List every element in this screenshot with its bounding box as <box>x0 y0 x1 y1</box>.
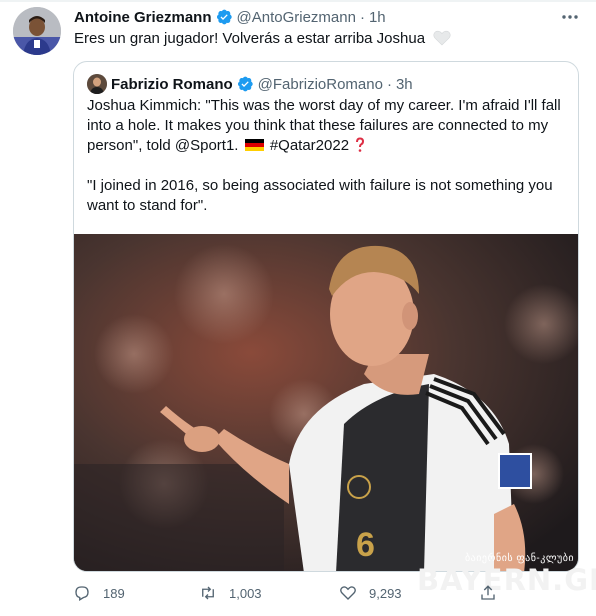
like-button[interactable]: 9,293 <box>339 578 402 608</box>
quote-line-text: person", told @Sport1. <box>87 137 239 154</box>
author-handle[interactable]: @AntoGriezmann <box>237 9 356 26</box>
quoted-timestamp[interactable]: 3h <box>396 76 413 93</box>
germany-flag-icon <box>244 139 264 151</box>
quoted-author-name[interactable]: Fabrizio Romano <box>111 76 233 93</box>
player-photo-image: 6 <box>74 234 578 571</box>
quoted-avatar-image <box>87 74 107 94</box>
quoted-author-handle[interactable]: @FabrizioRomano <box>258 76 383 93</box>
avatar-image <box>13 7 61 55</box>
white-heart-icon <box>433 30 451 46</box>
quote-line: into a hole. It makes you think that the… <box>87 117 549 134</box>
tweet-text-content: Eres un gran jugador! Volverás a estar a… <box>74 30 426 47</box>
tweet-header: Antoine Griezmann @AntoGriezmann · 1h <box>74 7 386 27</box>
verified-badge-icon <box>237 76 253 92</box>
tweet-text: Eres un gran jugador! Volverás a estar a… <box>74 29 451 49</box>
quote-line: person", told @Sport1. #Qatar2022 <box>87 136 571 156</box>
like-count: 9,293 <box>369 585 402 601</box>
hashtag-link[interactable]: #Qatar2022 <box>270 137 349 154</box>
retweet-button[interactable]: 1,003 <box>199 578 262 608</box>
quoted-tweet-text: Joshua Kimmich: "This was the worst day … <box>87 96 571 216</box>
author-name[interactable]: Antoine Griezmann <box>74 9 212 26</box>
quote-line: Joshua Kimmich: "This was the worst day … <box>87 97 561 114</box>
tweet-actions: 189 1,003 9,293 <box>0 578 596 608</box>
more-options-icon[interactable] <box>560 8 580 26</box>
reply-count: 189 <box>103 585 125 601</box>
quote-line: "I joined in 2016, so being associated w… <box>87 177 553 194</box>
top-divider <box>0 0 596 2</box>
quoted-tweet[interactable]: Fabrizio Romano @FabrizioRomano · 3h Jos… <box>73 61 579 572</box>
reply-icon <box>75 586 89 601</box>
timestamp[interactable]: 1h <box>369 9 386 26</box>
verified-badge-icon <box>216 9 232 25</box>
avatar[interactable] <box>13 7 61 55</box>
red-question-mark-icon <box>356 137 365 152</box>
svg-text:6: 6 <box>356 526 375 564</box>
reply-button[interactable]: 189 <box>73 578 125 608</box>
separator-dot: · <box>386 75 392 93</box>
like-heart-icon <box>340 586 356 600</box>
quoted-avatar[interactable] <box>87 74 107 94</box>
quote-line: want to stand for". <box>87 197 208 214</box>
retweet-icon <box>202 586 214 600</box>
quoted-tweet-header: Fabrizio Romano @FabrizioRomano · 3h <box>87 74 413 94</box>
retweet-count: 1,003 <box>229 585 262 601</box>
share-button[interactable] <box>479 578 509 608</box>
share-icon <box>481 585 495 600</box>
tweet-photo[interactable]: 6 <box>74 234 578 571</box>
separator-dot: · <box>359 8 365 26</box>
